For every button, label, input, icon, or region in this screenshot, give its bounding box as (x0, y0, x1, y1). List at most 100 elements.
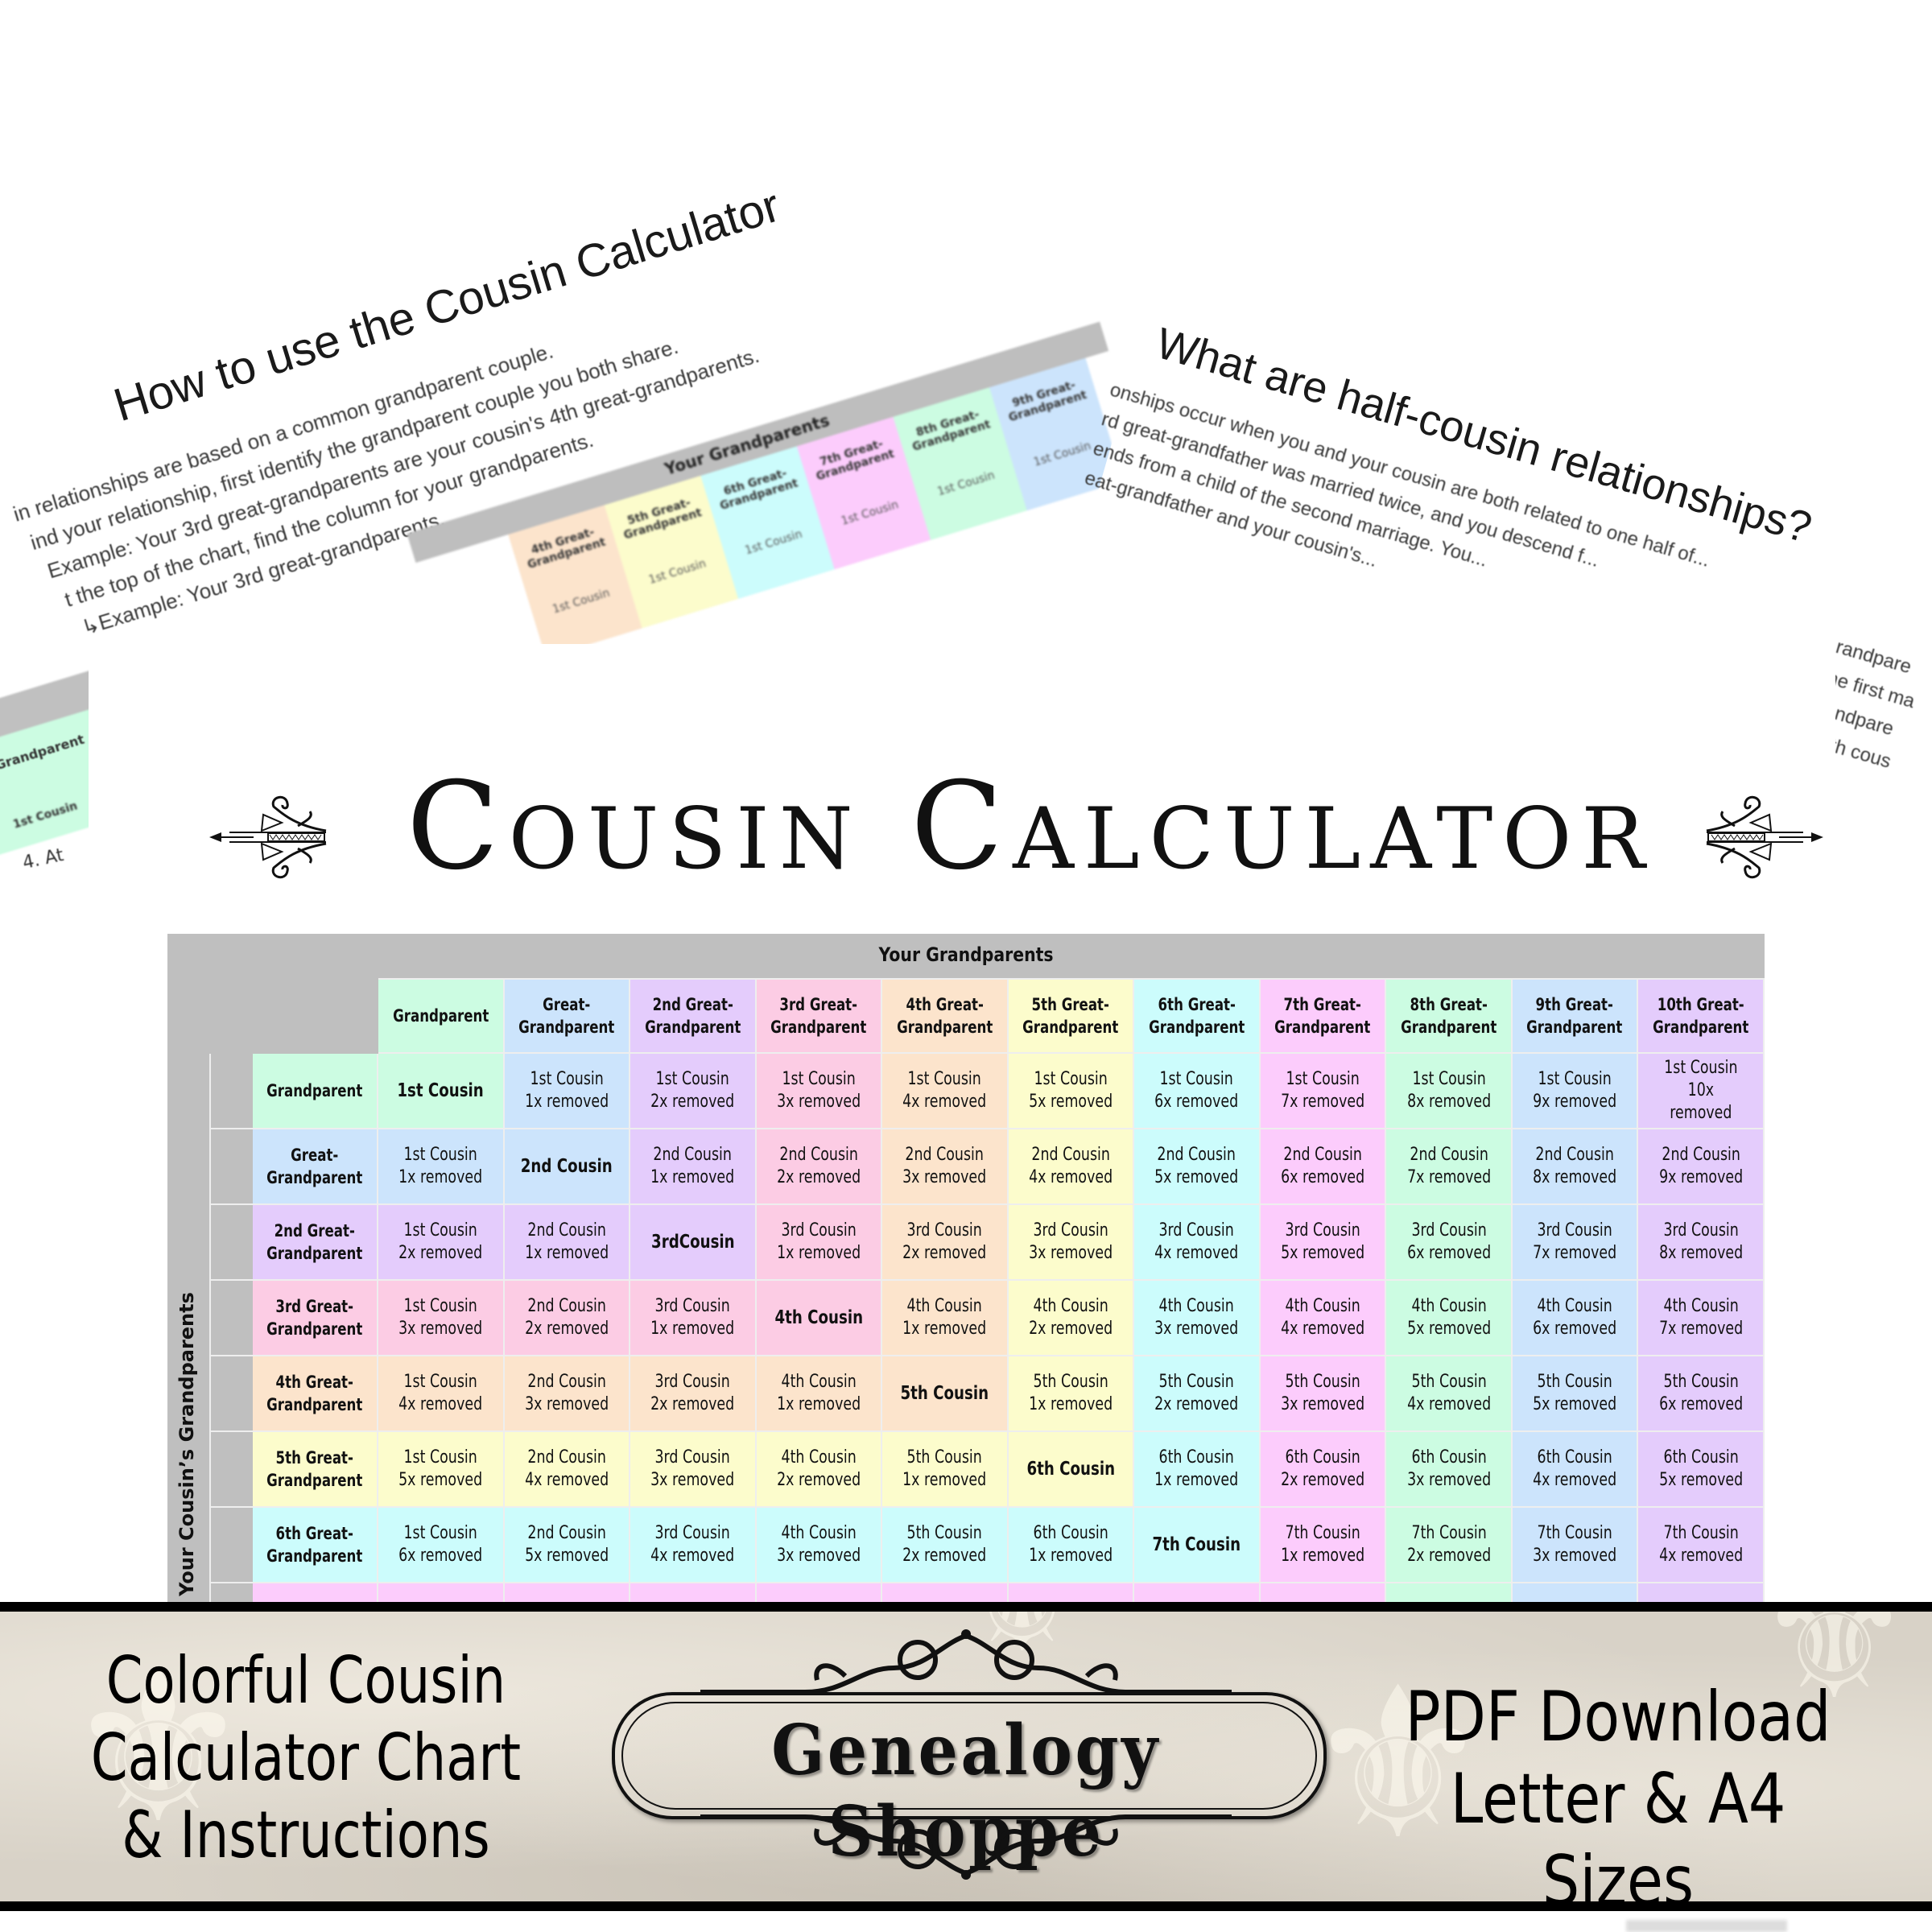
cell-line: 5th Cousin (1033, 1372, 1108, 1392)
cell-line: 4x removed (398, 1394, 483, 1414)
relationship-cell: 3rd Cousin 3x removed (1006, 1203, 1135, 1281)
cell-line: 4th Great- (906, 995, 984, 1014)
relationship-cell: 5th Cousin 6x removed (1637, 1355, 1765, 1432)
cell-line: 5th Great- (275, 1448, 354, 1468)
cell-line: Grandparent (266, 1244, 363, 1263)
cell-line: Grandparent (518, 1018, 615, 1037)
cell-line: 8th Great- (1410, 995, 1488, 1014)
cell-line: 7th Cousin (1285, 1523, 1360, 1543)
relationship-cell: 1st Cousin 6x removed (377, 1506, 505, 1583)
relationship-cell: 1st Cousin 5x removed (1006, 1052, 1135, 1129)
relationship-cell: 5th Cousin 2x removed (881, 1506, 1009, 1583)
relationship-cell: 3rd Cousin 4x removed (1133, 1203, 1261, 1281)
relationship-cell: 3rd Cousin 1x removed (754, 1203, 883, 1281)
cell-line: 6th Cousin (1285, 1447, 1360, 1468)
relationship-cell: 4th Cousin 1x removed (754, 1355, 883, 1432)
cell-line: 2x removed (902, 1546, 987, 1566)
relationship-cell: 1st Cousin 5x removed (377, 1430, 505, 1508)
cell-line: 1st Cousin (403, 1372, 478, 1392)
cell-line: 2nd Cousin (527, 1523, 606, 1543)
cell-line: 2x removed (1154, 1394, 1239, 1414)
cell-line: 6th Great- (275, 1524, 354, 1543)
cell-line: 4th Cousin (1411, 1296, 1487, 1316)
cell-line: 1x removed (776, 1394, 861, 1414)
cell-line: 2nd Cousin (527, 1447, 606, 1468)
cell-line: 3rd Cousin (906, 1220, 983, 1241)
relationship-cell: 2nd Cousin 3x removed (502, 1355, 631, 1432)
cell-line: 4th Cousin (906, 1296, 983, 1316)
relationship-cell: 5th Cousin 3x removed (1258, 1355, 1387, 1432)
relationship-cell: 6th Cousin 3x removed (1385, 1430, 1513, 1508)
cousin-calculator-sheet: Cousin Calculator Your Grandparents Your… (89, 644, 1835, 1659)
row-header: Grandparent (208, 1052, 379, 1129)
cell-line: 1st Cousin (1538, 1069, 1612, 1089)
relationship-cell: 5th Cousin 2x removed (1133, 1355, 1261, 1432)
cell-line: 7th Cousin (1537, 1523, 1612, 1543)
cell-line: 4th Cousin (1285, 1296, 1360, 1316)
cell-line: 3x removed (1281, 1394, 1365, 1414)
relationship-cell: 2nd Cousin 5x removed (502, 1506, 631, 1583)
cell-line: removed (1670, 1103, 1732, 1123)
relationship-cell: 6th Cousin 2x removed (1258, 1430, 1387, 1508)
cell-line: 2nd Cousin (779, 1145, 858, 1165)
column-header: 7th Great- Grandparent (1258, 978, 1387, 1054)
cell-line: 4th Cousin (774, 1307, 863, 1328)
cell-line: Grandparent (1526, 1018, 1623, 1037)
cell-line: 5th Cousin (1537, 1372, 1612, 1392)
cell-line: 1x removed (776, 1243, 861, 1263)
cell-line: 3x removed (1154, 1319, 1239, 1339)
cell-line: 2x removed (1406, 1546, 1491, 1566)
relationship-cell: 2nd Cousin 4x removed (502, 1430, 631, 1508)
cell-line: 2x removed (776, 1167, 861, 1187)
relationship-cell: 7th Cousin 4x removed (1637, 1506, 1765, 1583)
relationship-cell: 1st Cousin 4x removed (881, 1052, 1009, 1129)
cell-line: Grandparent (896, 1018, 993, 1037)
cell-line: Great- (543, 995, 591, 1014)
relationship-cell: 3rd Cousin 7x removed (1510, 1203, 1639, 1281)
cell-line: 3x removed (902, 1167, 987, 1187)
cell-line: 2x removed (398, 1243, 483, 1263)
cell-line: 1x removed (1281, 1546, 1365, 1566)
cell-line: 5th Great- (1031, 995, 1110, 1014)
title-row: Cousin Calculator (205, 741, 1823, 918)
cell-line: 1st Cousin (403, 1145, 478, 1165)
cell-line: 2nd Cousin (1031, 1145, 1110, 1165)
banner-left-text: Colorful Cousin Calculator Chart & Instr… (75, 1642, 537, 1874)
diagonal-cell: 4th Cousin (754, 1279, 883, 1356)
cell-line: 1st Cousin (530, 1069, 604, 1089)
cell-line: 7x removed (1281, 1092, 1365, 1112)
diagonal-cell: 5th Cousin (881, 1355, 1009, 1432)
cell-line: Grandparent (266, 1546, 363, 1566)
column-header: Great- Grandparent (502, 978, 631, 1054)
cell-line: 7x removed (1533, 1243, 1617, 1263)
cell-line: 2nd Cousin (520, 1156, 613, 1177)
relationship-cell: 4th Cousin 4x removed (1258, 1279, 1387, 1356)
cell-line: 4x removed (1406, 1394, 1491, 1414)
cell-line: 5th Cousin (1285, 1372, 1360, 1392)
cell-line: 1st Cousin (397, 1080, 485, 1101)
cell-line: 3x removed (776, 1546, 861, 1566)
cell-line: 2x removed (1281, 1470, 1365, 1490)
cell-line: 1st Cousin (1664, 1058, 1738, 1078)
cell-line: 9x removed (1658, 1167, 1743, 1187)
relationship-cell: 3rd Cousin 1x removed (629, 1279, 757, 1356)
cell-line: Grandparent (392, 1006, 489, 1026)
cell-line: 5x removed (1281, 1243, 1365, 1263)
relationship-cell: 3rd Cousin 4x removed (629, 1506, 757, 1583)
flourish-ornament-icon (209, 795, 327, 879)
row-header: 4th Great- Grandparent (208, 1355, 379, 1432)
column-header: 9th Great- Grandparent (1510, 978, 1639, 1054)
relationship-cell: 7th Cousin 1x removed (1258, 1506, 1387, 1583)
cell-line: 6th Great- (1158, 995, 1236, 1014)
row-axis-label: Your Cousin’s Grandparents (175, 1292, 198, 1596)
cell-line: 5th Cousin (900, 1383, 989, 1404)
genealogy-shoppe-logo: Genealogy Shoppe (604, 1620, 1328, 1885)
relationship-cell: 1st Cousin 10x removed (1637, 1052, 1765, 1129)
cell-line: 3rd Cousin (1410, 1220, 1487, 1241)
corner-blank (208, 978, 379, 1054)
howto-mini-table: Your Grandparents 4th Great-Grandparent 1… (407, 321, 1146, 687)
relationship-cell: 3rd Cousin 6x removed (1385, 1203, 1513, 1281)
cell-line: 3x removed (1029, 1243, 1113, 1263)
cell-line: 2nd Cousin (527, 1296, 606, 1316)
relationship-cell: 2nd Cousin 4x removed (1006, 1128, 1135, 1205)
